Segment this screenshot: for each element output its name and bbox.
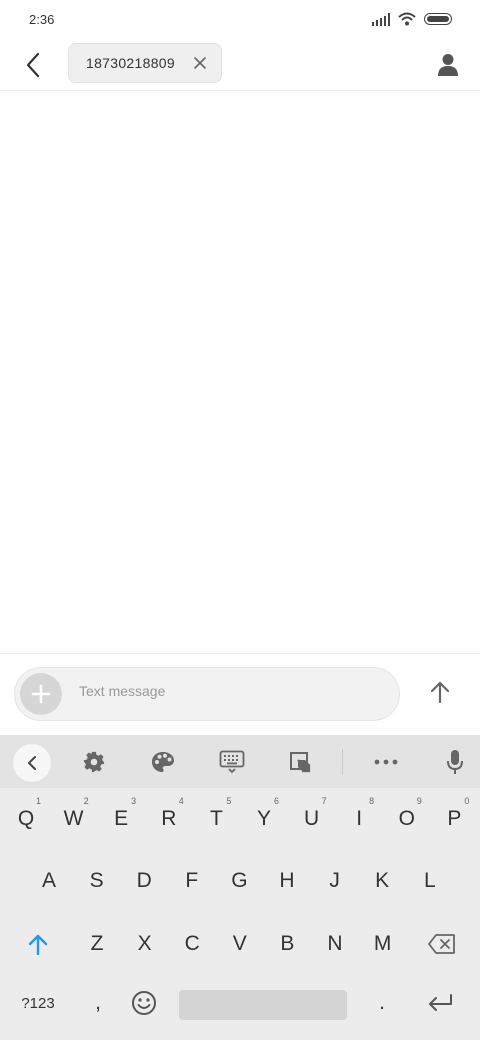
key-f[interactable]: F	[170, 855, 214, 907]
send-button[interactable]	[420, 672, 460, 712]
remove-recipient-button[interactable]	[189, 52, 211, 74]
key-hint: 9	[416, 796, 422, 806]
back-button[interactable]	[16, 48, 50, 82]
collapse-toolbar-button[interactable]	[13, 744, 51, 782]
backspace-icon	[428, 934, 455, 954]
signal-icon	[372, 12, 390, 26]
key-label: Y	[256, 807, 271, 830]
key-label: R	[161, 807, 177, 830]
enter-key[interactable]	[418, 977, 462, 1029]
message-input[interactable]: Text message	[79, 683, 165, 699]
shift-arrow-icon	[28, 934, 48, 955]
key-m[interactable]: M	[361, 918, 405, 970]
palette-icon	[152, 752, 174, 772]
key-a[interactable]: A	[27, 855, 71, 907]
key-k[interactable]: K	[360, 855, 404, 907]
key-hint: 4	[178, 796, 184, 806]
key-z[interactable]: Z	[75, 918, 119, 970]
keyboard: Q1W2E3R4T5Y6U7I8O9P0 ASDFGHJKL ZXCVBNM ?…	[0, 735, 480, 1040]
key-label: Q	[17, 807, 35, 830]
keyboard-toolbar	[0, 735, 480, 788]
key-h[interactable]: H	[265, 855, 309, 907]
key-label: I	[356, 807, 363, 830]
key-hint: 6	[273, 796, 279, 806]
key-e[interactable]: E3	[99, 793, 143, 845]
key-g[interactable]: G	[217, 855, 261, 907]
compose-divider	[0, 653, 480, 654]
toolbar-separator	[342, 749, 343, 775]
theme-button[interactable]	[145, 745, 181, 779]
key-s[interactable]: S	[75, 855, 119, 907]
key-label: U	[304, 807, 320, 830]
key-hint: 2	[83, 796, 89, 806]
emoji-key[interactable]	[122, 977, 166, 1029]
recipient-number: 18730218809	[86, 55, 175, 71]
key-r[interactable]: R4	[147, 793, 191, 845]
key-label: W	[63, 807, 84, 830]
status-bar: 2:36	[0, 0, 480, 40]
arrow-up-icon	[430, 681, 450, 704]
clipboard-icon	[290, 752, 311, 773]
key-x[interactable]: X	[123, 918, 167, 970]
recipient-chip[interactable]: 18730218809	[68, 43, 222, 83]
key-hint: 0	[464, 796, 470, 806]
key-y[interactable]: Y6	[242, 793, 286, 845]
chevron-left-icon	[26, 52, 40, 78]
space-key[interactable]	[179, 990, 347, 1020]
key-b[interactable]: B	[265, 918, 309, 970]
keyboard-mode-button[interactable]	[214, 745, 250, 779]
key-hint: 7	[321, 796, 327, 806]
comma-key[interactable]: ,	[76, 977, 120, 1029]
symbols-key[interactable]: ?123	[10, 977, 66, 1029]
key-o[interactable]: O9	[385, 793, 429, 845]
key-hint: 8	[369, 796, 375, 806]
key-t[interactable]: T5	[194, 793, 238, 845]
compose-field[interactable]: Text message	[14, 667, 400, 721]
key-d[interactable]: D	[122, 855, 166, 907]
key-c[interactable]: C	[170, 918, 214, 970]
key-label: O	[398, 807, 415, 830]
key-label: P	[447, 807, 462, 830]
emoji-icon	[132, 991, 156, 1015]
key-v[interactable]: V	[218, 918, 262, 970]
message-thread[interactable]	[0, 91, 480, 653]
key-hint: 3	[131, 796, 137, 806]
clipboard-button[interactable]	[282, 745, 318, 779]
key-hint: 1	[35, 796, 41, 806]
plus-icon	[31, 684, 51, 704]
voice-input-button[interactable]	[437, 745, 473, 779]
key-label: T	[209, 807, 223, 830]
key-label: E	[114, 807, 129, 830]
microphone-icon	[447, 750, 463, 774]
conversation-header: 18730218809	[0, 40, 480, 91]
key-p[interactable]: P0	[432, 793, 476, 845]
close-icon	[194, 57, 206, 69]
enter-icon	[429, 994, 452, 1011]
key-u[interactable]: U7	[290, 793, 334, 845]
more-options-button[interactable]	[368, 745, 404, 779]
key-hint: 5	[226, 796, 232, 806]
attach-button[interactable]	[20, 673, 62, 715]
key-q[interactable]: Q1	[4, 793, 48, 845]
status-icons	[372, 12, 452, 26]
backspace-key[interactable]	[420, 918, 464, 970]
settings-button[interactable]	[76, 745, 112, 779]
key-n[interactable]: N	[313, 918, 357, 970]
keyboard-icon	[219, 750, 245, 774]
period-key[interactable]: .	[360, 977, 404, 1029]
contact-button[interactable]	[430, 48, 466, 82]
more-horizontal-icon	[374, 759, 398, 765]
shift-key[interactable]	[16, 918, 60, 970]
chevron-left-icon	[28, 756, 36, 770]
key-i[interactable]: I8	[337, 793, 381, 845]
wifi-icon	[398, 12, 416, 26]
key-j[interactable]: J	[313, 855, 357, 907]
battery-icon	[424, 13, 452, 25]
person-icon	[438, 54, 458, 76]
key-w[interactable]: W2	[52, 793, 96, 845]
gear-icon	[83, 751, 105, 773]
key-l[interactable]: L	[408, 855, 452, 907]
status-time: 2:36	[29, 12, 55, 27]
